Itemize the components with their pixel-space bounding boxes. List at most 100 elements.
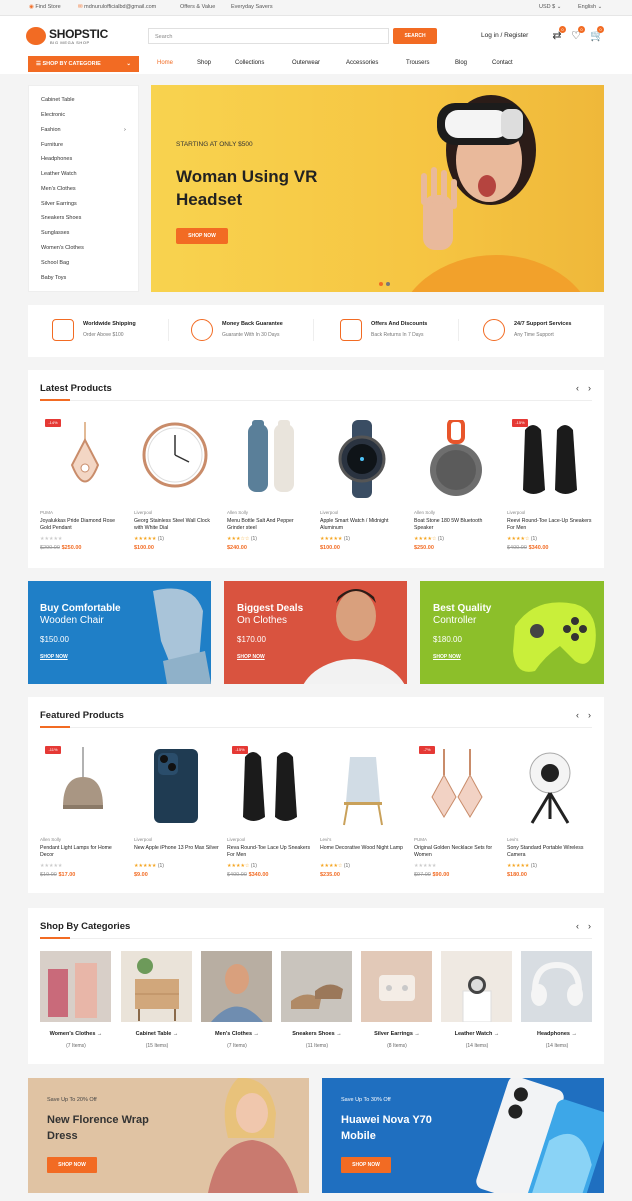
chevron-left-icon[interactable]: ‹ xyxy=(576,383,579,393)
promo-banner-clothes[interactable]: Biggest Deals On Clothes $170.00 SHOP NO… xyxy=(224,581,407,684)
product-card[interactable]: -14% PUMA Joyalukkas Pride Diamond Rose … xyxy=(40,410,127,560)
category-image[interactable] xyxy=(40,951,111,1022)
rating-stars: ★★★★☆ (1) xyxy=(507,536,537,542)
product-card[interactable]: Liverpool Apple Smart Watch / Midnight A… xyxy=(320,410,407,560)
find-store-link[interactable]: ◉ Find Store xyxy=(29,4,61,10)
promo-shop-now-link[interactable]: SHOP NOW xyxy=(237,654,265,660)
bottom-banner-dress[interactable]: Save Up To 20% Off New Florence Wrap Dre… xyxy=(28,1078,309,1193)
product-card[interactable]: Allen Solly Menu Bottle Salt And Pepper … xyxy=(227,410,314,560)
category-name[interactable]: Headphones → xyxy=(517,1031,597,1037)
nav-contact[interactable]: Contact xyxy=(492,60,513,66)
product-image xyxy=(343,757,383,826)
sidebar-item[interactable]: Silver Earrings xyxy=(41,201,77,207)
hero-shop-now-button[interactable]: SHOP NOW xyxy=(176,228,228,244)
product-name[interactable]: New Apple iPhone 13 Pro Max Silver xyxy=(134,845,219,852)
savers-link[interactable]: Everyday Savers xyxy=(231,4,273,10)
sidebar-item[interactable]: Women's Clothes xyxy=(41,245,84,251)
category-name[interactable]: Cabinet Table → xyxy=(117,1031,197,1037)
banner-shop-now-button[interactable]: SHOP NOW xyxy=(341,1157,391,1173)
product-name[interactable]: Pendant Light Lamps for Home Decor xyxy=(40,845,125,859)
search-button[interactable]: SEARCH xyxy=(393,28,437,44)
product-name[interactable]: Sony Standard Portable Wireless Camera xyxy=(507,845,592,859)
promo-banner-chair[interactable]: Buy Comfortable Wooden Chair $150.00 SHO… xyxy=(28,581,211,684)
product-card[interactable]: -15% Liverpool Reva Round-Toe Lace Up Sn… xyxy=(227,737,314,887)
chevron-right-icon[interactable]: › xyxy=(588,710,591,720)
gift-icon xyxy=(340,319,362,341)
sidebar-item[interactable]: Cabinet Table xyxy=(41,97,75,103)
offers-link[interactable]: Offers & Value xyxy=(180,4,215,10)
shop-by-category-button[interactable]: ☰ SHOP BY CATEGORIE ⌄ xyxy=(28,56,139,72)
login-register-link[interactable]: Log in / Register xyxy=(481,32,528,39)
nav-trousers[interactable]: Trousers xyxy=(406,60,429,66)
promo-shop-now-link[interactable]: SHOP NOW xyxy=(40,654,68,660)
sidebar-item[interactable]: Fashion xyxy=(41,127,61,133)
product-card[interactable]: -15% Liverpool Reevi Round-Toe Lace-Up S… xyxy=(507,410,594,560)
chevron-left-icon[interactable]: ‹ xyxy=(576,921,579,931)
sidebar-item[interactable]: Furniture xyxy=(41,142,63,148)
product-card[interactable]: Levi's Home Decorative Wood Night Lamp ★… xyxy=(320,737,407,887)
product-name[interactable]: Menu Bottle Salt And Pepper Grinder stee… xyxy=(227,518,312,532)
product-name[interactable]: Original Golden Necklace Sets for Women xyxy=(414,845,499,859)
bottom-banner-mobile[interactable]: Save Up To 30% Off Huawei Nova Y70 Mobil… xyxy=(322,1078,604,1193)
category-count: (15 Items) xyxy=(145,1043,169,1049)
banner-shop-now-button[interactable]: SHOP NOW xyxy=(47,1157,97,1173)
product-name[interactable]: Apple Smart Watch / Midnight Aluminum xyxy=(320,518,405,532)
language-select[interactable]: English ⌄ xyxy=(578,4,602,10)
category-image[interactable] xyxy=(201,951,272,1022)
product-name[interactable]: Reva Round-Toe Lace Up Sneakers For Men xyxy=(227,845,312,859)
sidebar-item[interactable]: Sunglasses xyxy=(41,230,69,236)
nav-collections[interactable]: Collections xyxy=(235,60,264,66)
rating-stars: ★★★★☆ (1) xyxy=(320,863,350,869)
category-name[interactable]: Silver Earrings → xyxy=(357,1031,437,1037)
product-card[interactable]: -7% PUMA Original Golden Necklace Sets f… xyxy=(414,737,501,887)
currency-select[interactable]: USD $ ⌄ xyxy=(539,4,561,10)
sidebar-item[interactable]: Headphones xyxy=(41,156,72,162)
product-name[interactable]: Boat Stone 180 5W Bluetooth Speaker xyxy=(414,518,499,532)
chevron-right-icon[interactable]: › xyxy=(588,383,591,393)
sidebar-item[interactable]: Electronic xyxy=(41,112,65,118)
logo-text[interactable]: SHOPSTIC xyxy=(49,27,108,41)
product-card[interactable]: -11% Allen Solly Pendant Light Lamps for… xyxy=(40,737,127,887)
search-input[interactable]: Search xyxy=(148,28,389,44)
sidebar-item[interactable]: Baby Toys xyxy=(41,275,66,281)
promo-subtitle: Wooden Chair xyxy=(40,615,104,626)
nav-accessories[interactable]: Accessories xyxy=(346,60,378,66)
category-image[interactable] xyxy=(521,951,592,1022)
product-name[interactable]: Joyalukkas Pride Diamond Rose Gold Penda… xyxy=(40,518,125,532)
product-name[interactable]: Reevi Round-Toe Lace-Up Sneakers For Men xyxy=(507,518,592,532)
sidebar-item[interactable]: Men's Clothes xyxy=(41,186,76,192)
promo-banner-controller[interactable]: Best Quality Controller $180.00 SHOP NOW xyxy=(420,581,604,684)
product-card[interactable]: Allen Solly Boat Stone 180 5W Bluetooth … xyxy=(414,410,501,560)
category-name[interactable]: Men's Clothes → xyxy=(197,1031,277,1037)
chevron-right-icon[interactable]: › xyxy=(588,921,591,931)
sidebar-item[interactable]: Leather Watch xyxy=(41,171,77,177)
category-image[interactable] xyxy=(281,951,352,1022)
chevron-left-icon[interactable]: ‹ xyxy=(576,710,579,720)
category-image[interactable] xyxy=(121,951,192,1022)
promo-shop-now-link[interactable]: SHOP NOW xyxy=(433,654,461,660)
product-name[interactable]: Georg Stainless Steel Wall Clock with Wh… xyxy=(134,518,219,532)
email-link[interactable]: ✉ mdnurulofficialbd@gmail.com xyxy=(78,4,156,10)
nav-shop[interactable]: Shop xyxy=(197,60,211,66)
sidebar-item[interactable]: Sneakers Shoes xyxy=(41,215,81,221)
controller-image xyxy=(513,602,596,672)
rating-stars: ★★★★★ (1) xyxy=(134,536,164,542)
product-name[interactable]: Home Decorative Wood Night Lamp xyxy=(320,845,405,852)
category-image[interactable] xyxy=(361,951,432,1022)
category-name[interactable]: Women's Clothes → xyxy=(36,1031,116,1037)
nav-outerwear[interactable]: Outerwear xyxy=(292,60,320,66)
product-price: $240.00 xyxy=(227,545,247,551)
section-divider xyxy=(40,400,592,401)
carousel-dot[interactable] xyxy=(379,282,383,286)
category-name[interactable]: Sneakers Shoes → xyxy=(277,1031,357,1037)
product-card[interactable]: Liverpool Georg Stainless Steel Wall Clo… xyxy=(134,410,221,560)
category-image[interactable] xyxy=(441,951,512,1022)
product-card[interactable]: Levi's Sony Standard Portable Wireless C… xyxy=(507,737,594,887)
nav-home[interactable]: Home xyxy=(157,60,173,66)
sidebar-item[interactable]: School Bag xyxy=(41,260,69,266)
category-name[interactable]: Leather Watch → xyxy=(437,1031,517,1037)
logo-icon[interactable] xyxy=(26,27,46,45)
carousel-dot[interactable] xyxy=(386,282,390,286)
nav-blog[interactable]: Blog xyxy=(455,60,467,66)
product-card[interactable]: Liverpool New Apple iPhone 13 Pro Max Si… xyxy=(134,737,221,887)
